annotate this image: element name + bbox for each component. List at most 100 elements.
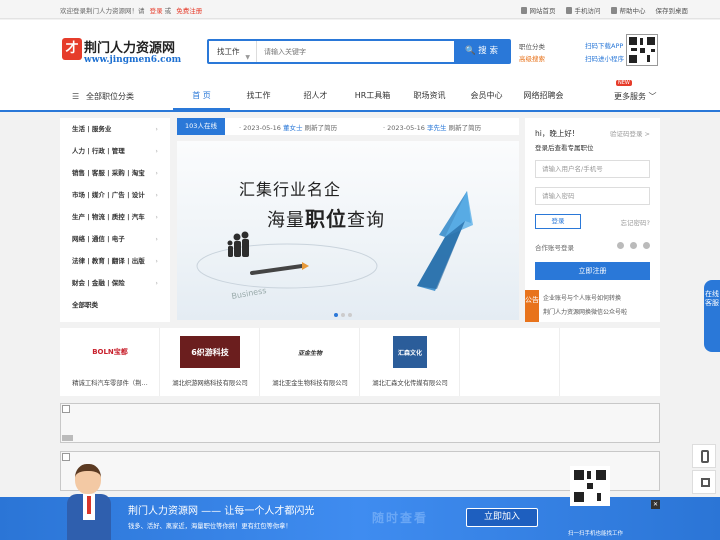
ticker-date: 2023-05-16 xyxy=(387,124,425,132)
category-label: 市场 | 媒介 | 广告 | 设计 xyxy=(72,191,145,199)
search-type-select[interactable]: 找工作 ▼ xyxy=(209,41,257,62)
ticker-item[interactable]: · 2023-05-16 董女士 刷新了简历 xyxy=(239,122,337,132)
category-item-all[interactable]: 全部职类 xyxy=(60,294,170,316)
nav-items: 首 页 找工作 招人才 HR工具箱 职场资讯 会员中心 网络招聘会 xyxy=(173,84,572,110)
online-service-button[interactable]: 在线客服 xyxy=(704,280,720,352)
weibo-icon[interactable] xyxy=(617,242,624,249)
ticker-action: 刷新了简历 xyxy=(448,124,482,132)
join-button[interactable]: 立即加入 xyxy=(466,508,538,527)
login-link[interactable]: 登录 xyxy=(150,7,163,15)
nav-hr-tools[interactable]: HR工具箱 xyxy=(344,84,401,110)
company-card[interactable]: BOLN宝都 精诚工科汽车零部件（荆… xyxy=(60,328,160,396)
notice-item[interactable]: 荆门人力资源网换微信公众号啦 xyxy=(543,307,627,316)
category-label: 销售 | 客服 | 采购 | 淘宝 xyxy=(72,169,145,177)
ticker-item[interactable]: · 2023-05-16 李先生 刷新了简历 xyxy=(383,122,481,132)
nav-career-news[interactable]: 职场资讯 xyxy=(401,84,458,110)
username-field[interactable]: 请输入用户名/手机号 xyxy=(535,160,650,178)
all-categories-menu[interactable]: ☰ 全部职位分类 xyxy=(72,91,134,102)
company-card-empty xyxy=(460,328,560,396)
top-links: 网站首页 手机访问 帮助中心 保存到桌面 xyxy=(520,5,689,15)
company-card[interactable]: 汇森文化 湖北汇森文化传媒有限公司 xyxy=(360,328,460,396)
help-link[interactable]: 帮助中心 xyxy=(610,5,646,15)
save-desktop-link[interactable]: 保存到桌面 xyxy=(656,5,689,15)
chevron-right-icon: › xyxy=(155,125,158,133)
header: 才 荆门人力资源网 www.jingmen6.com 找工作 ▼ 🔍 搜 索 职位… xyxy=(0,20,720,84)
register-button[interactable]: 立即注册 xyxy=(535,262,650,280)
forgot-password-link[interactable]: 忘记密码? xyxy=(621,217,650,227)
category-label: 财会 | 金融 | 保险 xyxy=(72,279,125,287)
home-link[interactable]: 网站首页 xyxy=(520,5,556,15)
search-input[interactable] xyxy=(264,45,454,58)
search-button[interactable]: 🔍 搜 索 xyxy=(454,41,509,62)
category-label: 全部职类 xyxy=(72,301,98,309)
chevron-right-icon: › xyxy=(155,213,158,221)
nav-job-fair[interactable]: 网络招聘会 xyxy=(515,84,572,110)
ticker-action: 刷新了简历 xyxy=(304,124,338,132)
carousel-dot[interactable] xyxy=(348,313,352,317)
footer-qr-code xyxy=(570,466,610,506)
category-item[interactable]: 法律 | 教育 | 翻译 | 出版 › xyxy=(60,250,170,272)
company-name: 湖北汇森文化传媒有限公司 xyxy=(372,380,448,387)
category-item[interactable]: 网络 | 通信 | 电子 › xyxy=(60,228,170,250)
logo-mark: 才 xyxy=(62,38,82,60)
people-figures-icon xyxy=(227,231,249,257)
login-button[interactable]: 登录 xyxy=(535,214,581,229)
category-label: 网络 | 通信 | 电子 xyxy=(72,235,125,243)
company-logo: 亚金生物 xyxy=(297,349,322,357)
company-card-empty xyxy=(560,328,660,396)
qq-icon[interactable] xyxy=(630,242,637,249)
category-item[interactable]: 销售 | 客服 | 采购 | 淘宝 › xyxy=(60,162,170,184)
qr-float-button[interactable] xyxy=(692,470,716,494)
category-label: 法律 | 教育 | 翻译 | 出版 xyxy=(72,257,145,265)
ad-label-icon xyxy=(62,435,73,441)
category-item[interactable]: 生产 | 物流 | 质控 | 汽车 › xyxy=(60,206,170,228)
logo-url: www.jingmen6.com xyxy=(84,55,182,65)
code-login-link[interactable]: 验证码登录 > xyxy=(610,128,650,138)
hero-banner[interactable]: 汇集行业名企 海量职位查询 Business xyxy=(177,141,519,320)
top-bar: 欢迎登录荆门人力资源网！请 登录 或 免费注册 网站首页 手机访问 帮助中心 保… xyxy=(0,0,720,19)
password-field[interactable]: 请输入密码 xyxy=(535,187,650,205)
footer-scan-text: 扫一扫手机也能找工作 xyxy=(568,531,624,537)
online-count: 103人在线 xyxy=(177,118,225,135)
app-download-link[interactable]: 扫码下载APP xyxy=(585,40,624,53)
save-desktop-label: 保存到桌面 xyxy=(655,7,689,15)
svg-text:Business: Business xyxy=(231,286,267,301)
notice-item[interactable]: 企业账号与个人账号如何转换 xyxy=(543,293,621,302)
company-card[interactable]: 6织游科技 湖北织游网络科技有限公司 xyxy=(160,328,260,396)
logo-name: 荆门人力资源网 xyxy=(84,41,176,56)
category-item[interactable]: 人力 | 行政 | 管理 › xyxy=(60,140,170,162)
chevron-right-icon: › xyxy=(155,169,158,177)
nav-member-center[interactable]: 会员中心 xyxy=(458,84,515,110)
job-category-link[interactable]: 职位分类 xyxy=(519,41,545,53)
ad-slot[interactable] xyxy=(60,403,660,443)
menu-icon: ☰ xyxy=(72,92,80,101)
advanced-search-link[interactable]: 高级搜索 xyxy=(519,53,545,65)
qr-icon xyxy=(701,478,710,487)
nav-find-job[interactable]: 找工作 xyxy=(230,84,287,110)
chevron-right-icon: › xyxy=(155,279,158,287)
carousel-dot[interactable] xyxy=(341,313,345,317)
category-item[interactable]: 市场 | 媒介 | 广告 | 设计 › xyxy=(60,184,170,206)
company-logo: BOLN宝都 xyxy=(92,348,128,356)
banner-illustration: Business xyxy=(196,191,473,301)
mobile-link[interactable]: 手机访问 xyxy=(565,5,601,15)
login-subtitle: 登录后查看专属职位 xyxy=(535,144,594,152)
wechat-icon[interactable] xyxy=(643,242,650,249)
category-item[interactable]: 生活 | 服务业 › xyxy=(60,118,170,140)
site-logo[interactable]: 才 荆门人力资源网 www.jingmen6.com xyxy=(62,36,182,70)
main-nav: ☰ 全部职位分类 首 页 找工作 招人才 HR工具箱 职场资讯 会员中心 网络招聘… xyxy=(0,80,720,112)
nav-home[interactable]: 首 页 xyxy=(173,84,230,110)
register-link[interactable]: 免费注册 xyxy=(176,7,202,15)
more-services-menu[interactable]: 更多服务 ﹀ xyxy=(614,91,657,102)
company-card[interactable]: 亚金生物 湖北亚金生物科技有限公司 xyxy=(260,328,360,396)
mini-program-link[interactable]: 扫码进小程序 xyxy=(585,53,624,66)
carousel-dot[interactable] xyxy=(334,313,338,317)
pencil-icon xyxy=(250,264,304,275)
category-item[interactable]: 财会 | 金融 | 保险 › xyxy=(60,272,170,294)
nav-recruit[interactable]: 招人才 xyxy=(287,84,344,110)
close-icon[interactable]: ✕ xyxy=(651,500,660,509)
search-bar: 找工作 ▼ 🔍 搜 索 xyxy=(207,39,511,64)
mobile-float-button[interactable] xyxy=(692,444,716,468)
company-name: 精诚工科汽车零部件（荆… xyxy=(72,380,148,387)
phone-icon xyxy=(565,6,572,14)
